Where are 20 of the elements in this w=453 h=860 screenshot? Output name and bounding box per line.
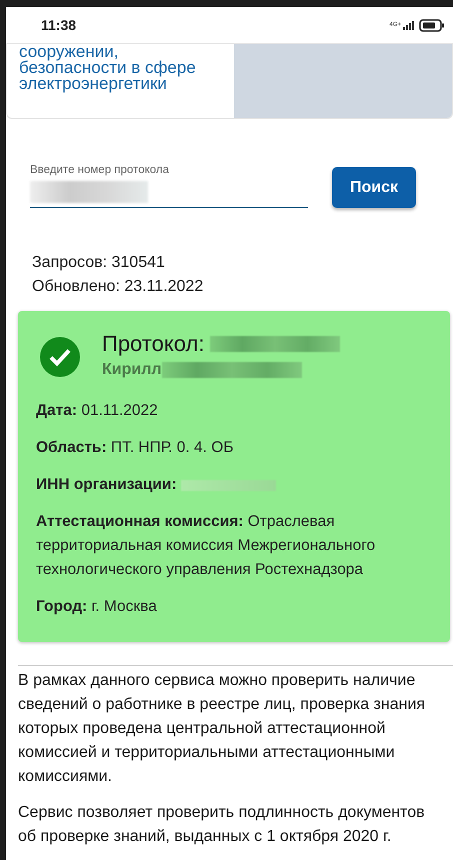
protocol-input-field[interactable]: Введите номер протокола <box>30 163 308 208</box>
detail-text: Дата: 01.11.2022 <box>36 401 159 421</box>
info-paragraph: Сервис позволяет проверить подлинность документов об проверке знаний, выданных с 1 октября 2020 г. <box>18 803 426 847</box>
card-title: безопасности в сфере <box>19 60 197 76</box>
status-time: 11:38 <box>41 17 76 33</box>
detail-text: Аттестационная комиссия: Отраслевая территориальная комиссия Межрегионального технологического управления Ростехнадзора <box>36 512 376 580</box>
search-button[interactable]: Поиск <box>332 167 416 208</box>
info-paragraph: В рамках данного сервиса можно проверить наличие сведений о работнике в реестре лиц, проверка знания которых проведена центральной аттестационной комиссией и территориальными аттестационными комиссиями. <box>18 671 426 787</box>
detail-text: Город: г. Москва <box>36 597 158 617</box>
check-icon <box>40 337 80 377</box>
card-title: сооружении, <box>19 44 118 60</box>
battery-icon <box>419 18 445 32</box>
signal-icon <box>403 20 417 30</box>
stats-text: Запросов: 310541 <box>32 253 166 273</box>
stats-text: Обновлено: 23.11.2022 <box>32 277 204 297</box>
detail-label: ИНН организации: <box>36 475 177 495</box>
detail-text: Область: ПТ. НПР. 0. 4. ОБ <box>36 438 234 458</box>
card-title: электроэнергетики <box>19 76 167 92</box>
protocol-title: Протокол: <box>102 331 204 357</box>
person-name: Кирилл <box>102 361 162 379</box>
